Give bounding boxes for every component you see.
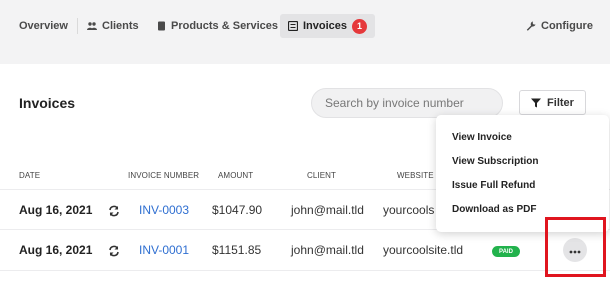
top-nav: Overview Clients Products & Services Inv… [0, 0, 610, 64]
nav-clients[interactable]: Clients [87, 14, 139, 38]
filter-label: Filter [547, 96, 574, 109]
header-date[interactable]: DATE [19, 171, 40, 180]
page-title: Invoices [19, 95, 76, 111]
box-icon [156, 21, 166, 31]
actions-dropdown: View Invoice View Subscription Issue Ful… [436, 115, 609, 232]
menu-item-download-pdf[interactable]: Download as PDF [452, 204, 536, 215]
highlight-box [545, 217, 606, 277]
cell-website: yourcools [383, 203, 435, 217]
cell-date: Aug 16, 2021 [19, 243, 93, 257]
nav-divider [77, 18, 78, 34]
header-client[interactable]: CLIENT [307, 171, 336, 180]
nav-clients-label: Clients [102, 20, 139, 32]
nav-products-label: Products & Services [171, 20, 278, 32]
filter-icon [531, 98, 542, 108]
cell-client: john@mail.tld [291, 243, 364, 257]
search-input[interactable]: Search by invoice number [311, 88, 503, 118]
header-website[interactable]: WEBSITE [397, 171, 434, 180]
wrench-icon [526, 21, 536, 31]
status-badge: PAID [492, 246, 520, 257]
nav-overview-label: Overview [19, 20, 68, 32]
menu-item-view-invoice[interactable]: View Invoice [452, 132, 512, 143]
nav-invoices[interactable]: Invoices 1 [280, 14, 376, 38]
cell-amount: $1047.90 [212, 203, 263, 217]
cell-website: yourcoolsite.tld [383, 243, 464, 257]
cell-client: john@mail.tld [291, 203, 364, 217]
invoice-icon [288, 21, 298, 31]
recurring-icon [108, 244, 120, 257]
row-divider [0, 270, 610, 271]
invoice-link[interactable]: INV-0001 [139, 243, 189, 257]
nav-configure[interactable]: Configure [526, 14, 593, 38]
header-invoice-number[interactable]: INVOICE NUMBER [128, 171, 199, 180]
cell-date: Aug 16, 2021 [19, 203, 93, 217]
invoice-link[interactable]: INV-0003 [139, 203, 189, 217]
users-icon [87, 21, 97, 31]
nav-invoices-label: Invoices [303, 20, 348, 32]
filter-button[interactable]: Filter [519, 90, 586, 115]
invoices-count-badge: 1 [352, 18, 368, 34]
nav-configure-label: Configure [541, 20, 593, 32]
recurring-icon [108, 204, 120, 217]
search-placeholder: Search by invoice number [325, 96, 464, 110]
menu-item-view-subscription[interactable]: View Subscription [452, 156, 539, 167]
menu-item-issue-refund[interactable]: Issue Full Refund [452, 180, 535, 191]
header-amount[interactable]: AMOUNT [218, 171, 253, 180]
nav-overview[interactable]: Overview [19, 14, 68, 38]
nav-products[interactable]: Products & Services [156, 14, 278, 38]
cell-amount: $1151.85 [212, 243, 262, 257]
